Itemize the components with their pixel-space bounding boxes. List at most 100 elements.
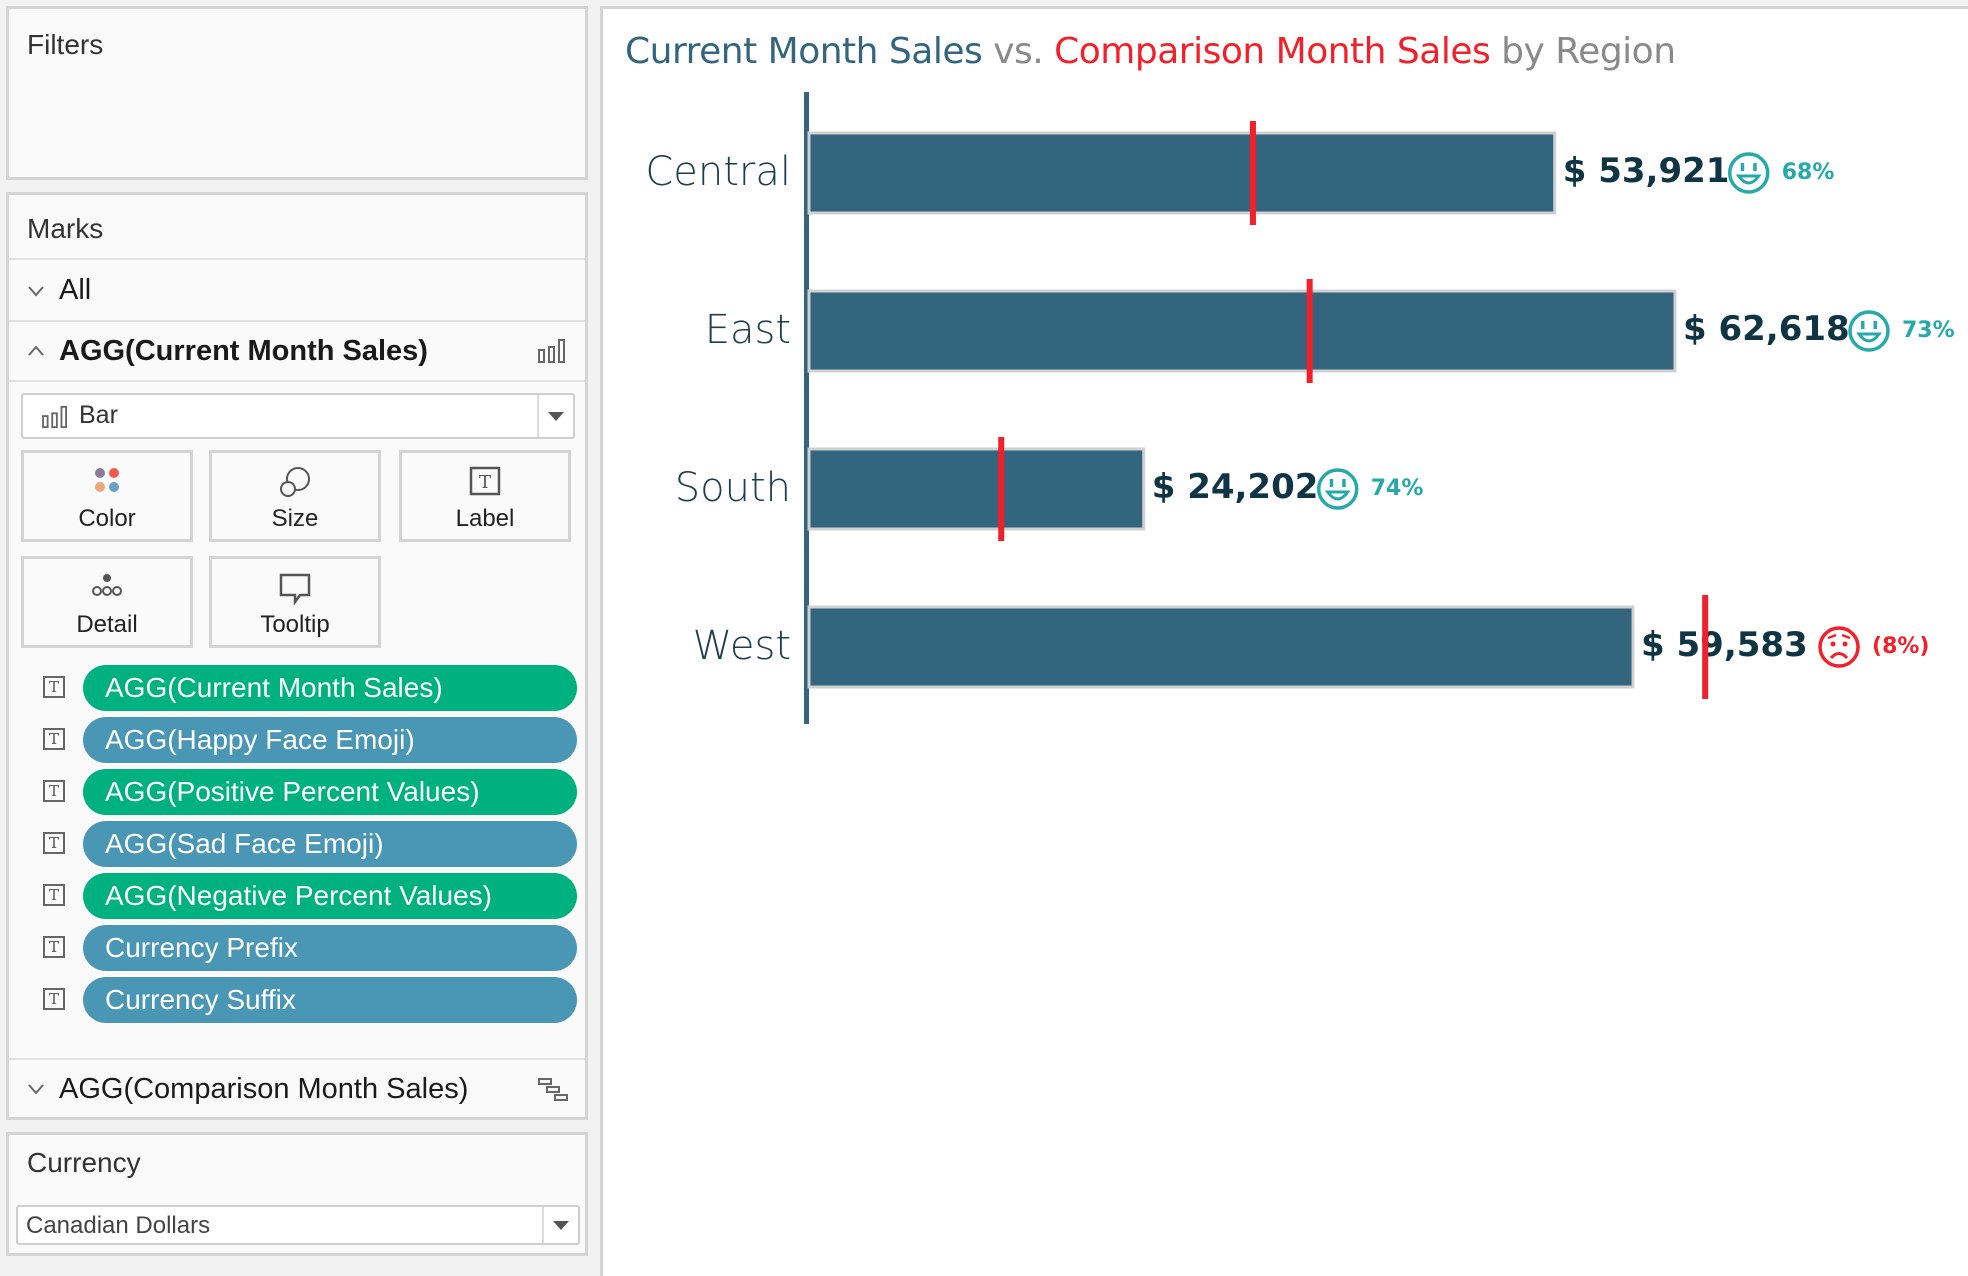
- tooltip-bubble-icon: [279, 573, 311, 605]
- emoji-eye: [1842, 641, 1848, 647]
- color-button[interactable]: Color: [21, 450, 193, 542]
- emoji-eye: [1830, 641, 1836, 647]
- marks-comparison-row[interactable]: AGG(Comparison Month Sales): [9, 1060, 585, 1118]
- text-encoding-icon[interactable]: T: [43, 884, 65, 906]
- text-encoding-icon[interactable]: T: [43, 988, 65, 1010]
- title-by-region: by Region: [1490, 31, 1676, 72]
- detail-label: Detail: [76, 611, 138, 638]
- currency-dropdown[interactable]: Canadian Dollars: [16, 1205, 580, 1245]
- region-label: West: [692, 623, 791, 669]
- field-pill-row: T Currency Prefix: [39, 925, 577, 971]
- color-label: Color: [78, 505, 136, 532]
- mark-type-dropdown[interactable]: Bar: [21, 393, 575, 439]
- chart-view: Current Month Sales vs. Comparison Month…: [600, 6, 1968, 1276]
- field-pill[interactable]: AGG(Sad Face Emoji): [83, 821, 577, 867]
- marks-current-row[interactable]: AGG(Current Month Sales): [9, 322, 585, 380]
- bar-mark-icon: [42, 405, 67, 429]
- label-t-icon: T: [469, 466, 501, 496]
- region-label: South: [674, 465, 791, 511]
- dropdown-arrow[interactable]: [542, 1207, 578, 1243]
- reference-line-east: [1306, 279, 1313, 383]
- field-pill-row: T AGG(Sad Face Emoji): [39, 821, 577, 867]
- field-pill-row: T AGG(Positive Percent Values): [39, 769, 577, 815]
- marks-all-row[interactable]: All: [9, 260, 585, 320]
- happy-face-icon: [1316, 468, 1359, 510]
- marks-all-label: All: [59, 273, 92, 306]
- field-pill-row: T Currency Suffix: [39, 977, 577, 1023]
- emoji-mouth: [1856, 332, 1882, 343]
- emoji-eye: [1342, 479, 1346, 487]
- text-encoding-icon[interactable]: T: [43, 936, 65, 958]
- region-label: East: [704, 307, 791, 353]
- y-axis-line: [804, 92, 809, 724]
- text-encoding-icon[interactable]: T: [43, 728, 65, 750]
- size-label: Size: [271, 505, 319, 532]
- chevron-up-icon: [28, 345, 44, 356]
- text-encoding-icon[interactable]: T: [43, 832, 65, 854]
- chevron-down-icon: [28, 286, 44, 297]
- size-circles-icon: [280, 467, 310, 497]
- tooltip-label: Tooltip: [260, 611, 330, 638]
- field-pill[interactable]: AGG(Positive Percent Values): [83, 769, 577, 815]
- marks-current-label: AGG(Current Month Sales): [59, 334, 428, 367]
- tooltip-button[interactable]: Tooltip: [209, 556, 381, 648]
- emoji-mouth: [1829, 652, 1849, 660]
- currency-value: Canadian Dollars: [26, 1212, 211, 1239]
- region-label: Central: [645, 149, 791, 195]
- bar-east: [807, 289, 1677, 373]
- value-label: $ 53,921: [1562, 151, 1730, 191]
- currency-parameter: Currency Canadian Dollars: [6, 1132, 588, 1256]
- percent-label: (8%): [1872, 634, 1930, 659]
- marks-comparison-label: AGG(Comparison Month Sales): [59, 1072, 469, 1105]
- emoji-brow: [1827, 633, 1851, 640]
- bar-central: [807, 131, 1557, 215]
- emoji-eye: [1740, 163, 1745, 171]
- size-button[interactable]: Size: [209, 450, 381, 542]
- chevron-down-icon: [28, 1084, 44, 1095]
- emoji-mouth: [1324, 490, 1351, 501]
- emoji-eye: [1329, 479, 1334, 487]
- field-pill[interactable]: Currency Suffix: [83, 977, 577, 1023]
- mark-type-value: Bar: [79, 401, 118, 429]
- emoji-mouth: [1735, 174, 1762, 185]
- chart-title: Current Month Sales vs. Comparison Month…: [625, 31, 1676, 72]
- chevron-down-icon: [553, 1220, 569, 1230]
- color-dots-icon: [95, 468, 119, 492]
- field-pill[interactable]: AGG(Negative Percent Values): [83, 873, 577, 919]
- percent-label: 73%: [1902, 318, 1955, 343]
- field-pill-row: T AGG(Happy Face Emoji): [39, 717, 577, 763]
- label-button[interactable]: T Label: [399, 450, 571, 542]
- title-vs: vs.: [982, 31, 1055, 72]
- percent-label: 74%: [1370, 476, 1424, 501]
- title-comparison: Comparison Month Sales: [1054, 31, 1491, 72]
- detail-dots-icon: [92, 574, 122, 596]
- bar-south: [807, 447, 1146, 531]
- svg-text:T: T: [479, 472, 491, 493]
- field-pill[interactable]: Currency Prefix: [83, 925, 577, 971]
- marks-card: Marks All AGG(Current Month Sales) Bar C…: [6, 192, 588, 1120]
- field-pill[interactable]: AGG(Current Month Sales): [83, 665, 577, 711]
- happy-face-icon: [1848, 310, 1890, 352]
- value-label: $ 24,202: [1151, 467, 1319, 507]
- emoji-eye: [1753, 163, 1757, 171]
- label-label: Label: [455, 505, 515, 532]
- chevron-down-icon: [548, 411, 564, 421]
- dropdown-arrow[interactable]: [537, 395, 573, 437]
- bar-mark-icon: [538, 339, 565, 363]
- text-encoding-icon[interactable]: T: [43, 780, 65, 802]
- value-label: $ 62,618: [1683, 309, 1850, 349]
- currency-title: Currency: [27, 1147, 141, 1178]
- filters-shelf[interactable]: Filters: [6, 6, 588, 180]
- sad-face-icon: [1818, 626, 1860, 668]
- field-pill-row: T AGG(Negative Percent Values): [39, 873, 577, 919]
- value-label: $ 59,583: [1641, 625, 1808, 665]
- emoji-eye: [1873, 321, 1878, 329]
- filters-title: Filters: [27, 29, 104, 60]
- gantt-mark-icon: [538, 1078, 568, 1101]
- bar-west: [807, 605, 1635, 689]
- marks-title: Marks: [27, 213, 104, 244]
- field-pill-row: T AGG(Current Month Sales): [39, 665, 577, 711]
- field-pill[interactable]: AGG(Happy Face Emoji): [83, 717, 577, 763]
- detail-button[interactable]: Detail: [21, 556, 193, 648]
- text-encoding-icon[interactable]: T: [43, 676, 65, 698]
